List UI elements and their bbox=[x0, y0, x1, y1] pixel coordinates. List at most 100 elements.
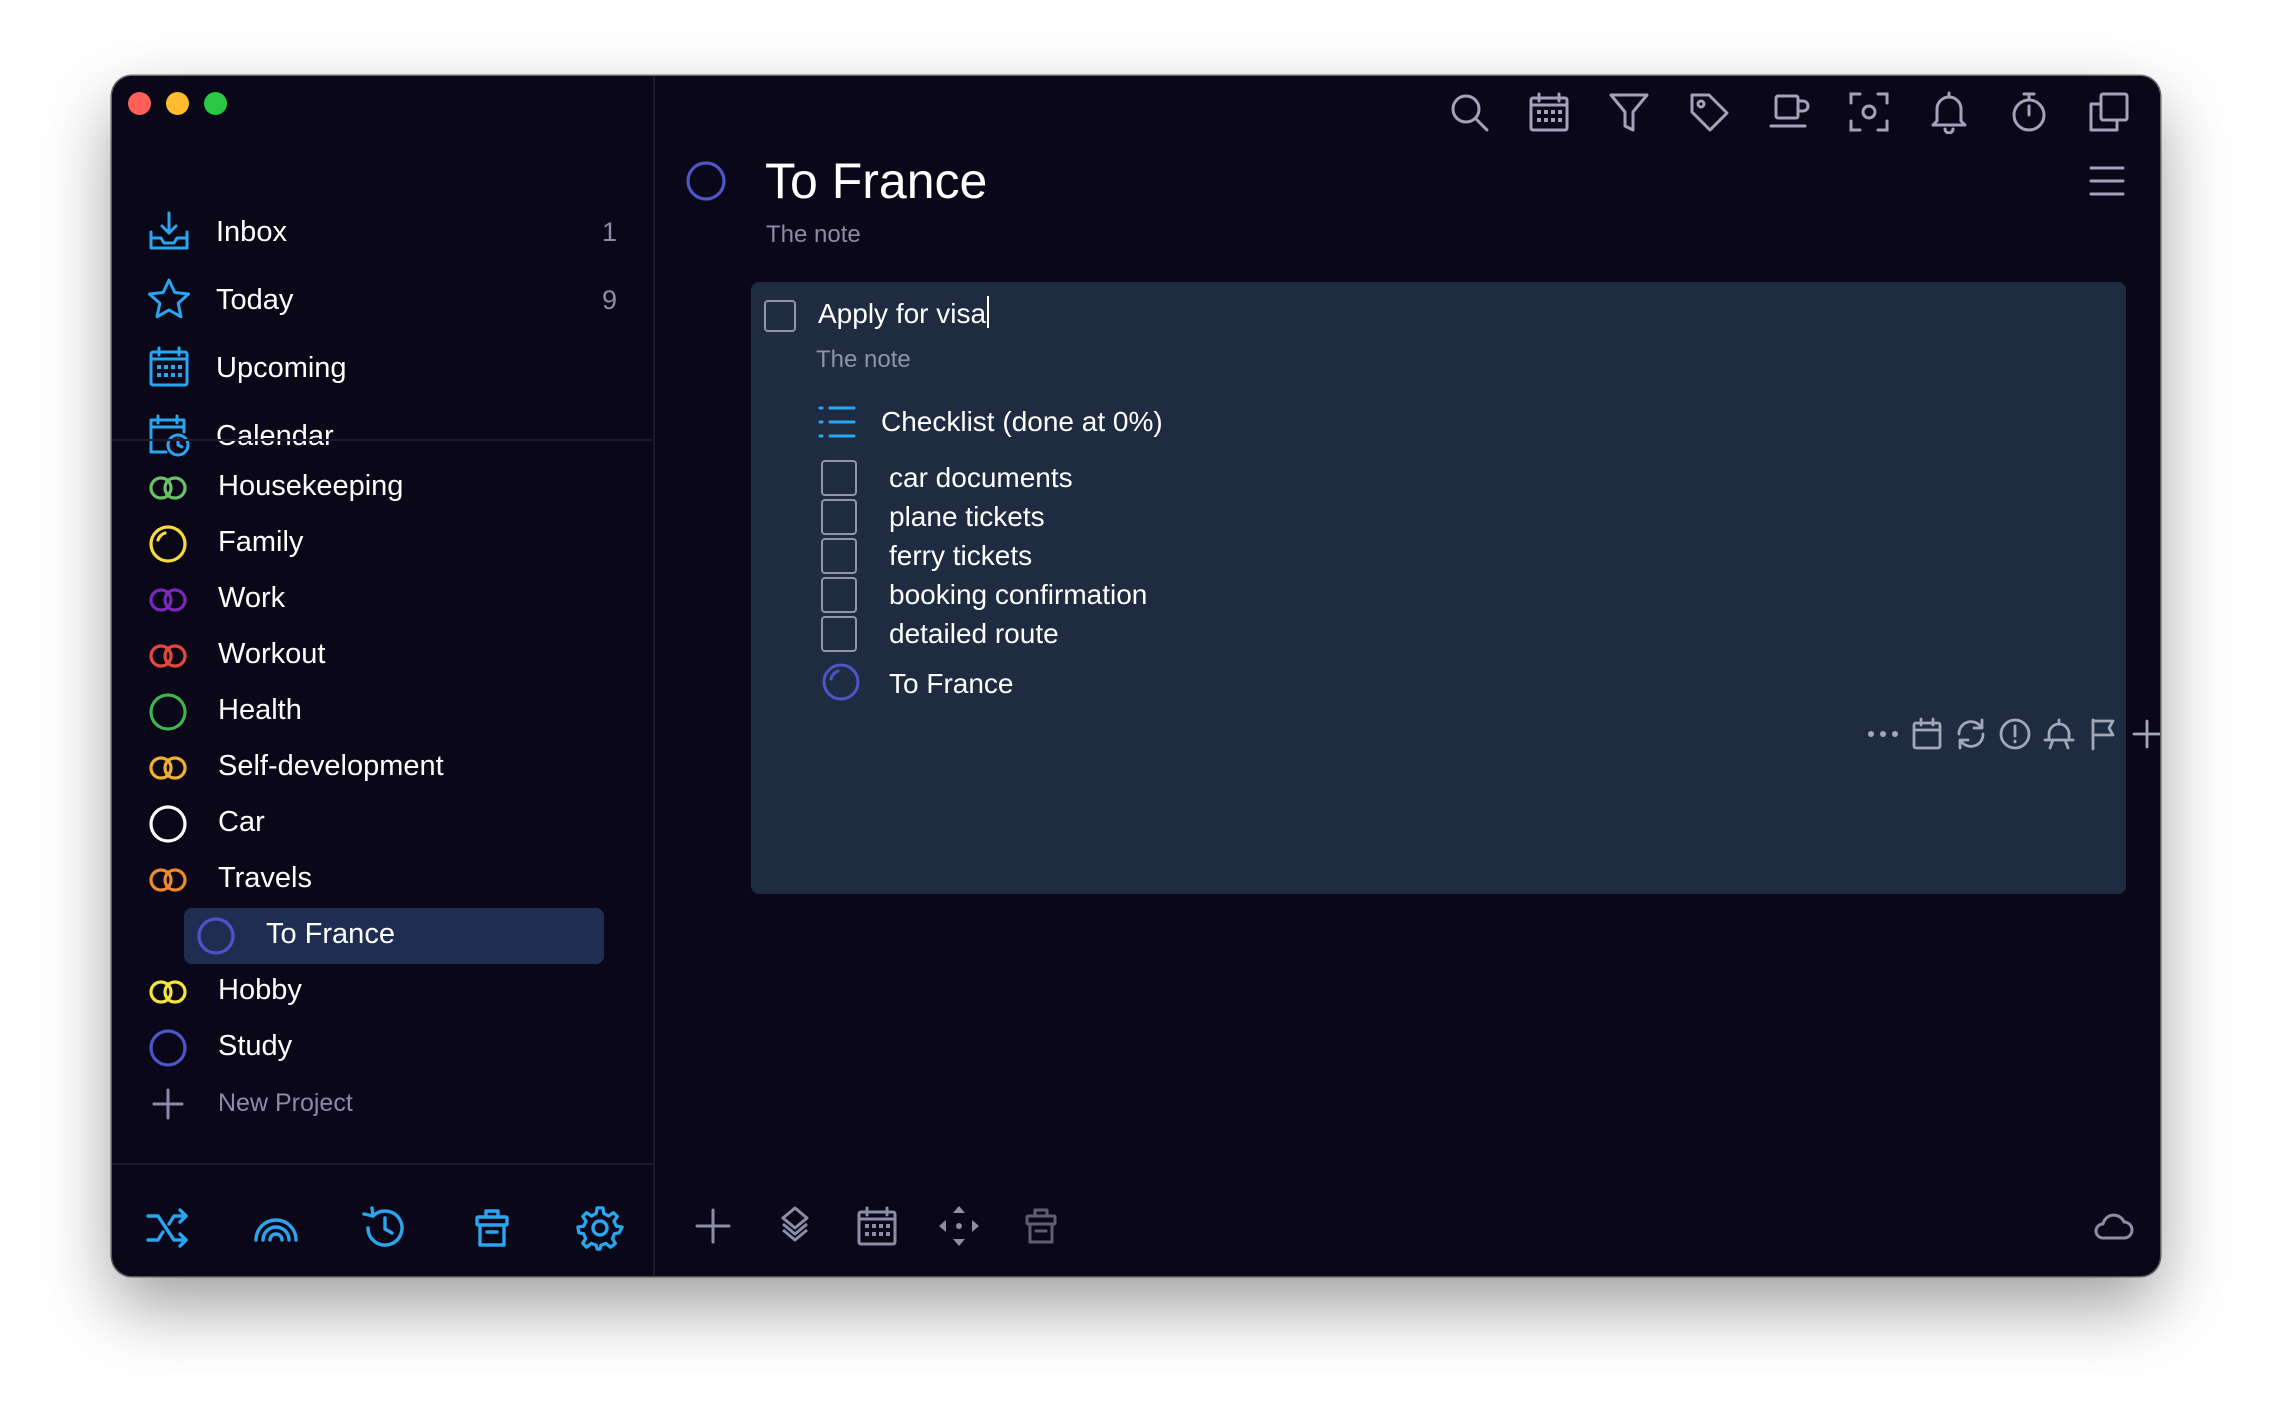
project-label: Car bbox=[218, 806, 265, 838]
close-window-button[interactable] bbox=[128, 92, 151, 115]
sidebar-item-work[interactable]: Work bbox=[112, 572, 653, 628]
sidebar-item-travels[interactable]: Travels bbox=[112, 852, 653, 908]
task-project-label: To France bbox=[889, 668, 1014, 699]
window-controls bbox=[128, 92, 227, 115]
zoom-window-button[interactable] bbox=[204, 92, 227, 115]
app-window: Inbox 1 Today 9 Upcoming Calendar Housek… bbox=[112, 76, 2160, 1276]
reminder-icon[interactable] bbox=[2041, 716, 2077, 752]
sidebar-item-car[interactable]: Car bbox=[112, 796, 653, 852]
checklist-item-text[interactable]: detailed route bbox=[889, 618, 1059, 650]
tag-icon[interactable] bbox=[1687, 90, 1731, 134]
checklist-title: Checklist (done at 0%) bbox=[881, 406, 1163, 437]
task-checkbox[interactable] bbox=[764, 300, 796, 332]
count-badge: 1 bbox=[601, 216, 617, 247]
sidebar: Inbox 1 Today 9 Upcoming Calendar Housek… bbox=[112, 76, 655, 1276]
bell-icon[interactable] bbox=[1927, 90, 1971, 134]
sidebar-item-today[interactable]: Today 9 bbox=[112, 266, 653, 334]
trash-icon[interactable] bbox=[468, 1204, 516, 1252]
checklist-item-text[interactable]: booking confirmation bbox=[889, 579, 1147, 611]
project-label: To France bbox=[266, 918, 395, 950]
ring-icon bbox=[149, 693, 187, 731]
double-ring-icon bbox=[149, 588, 187, 612]
history-icon[interactable] bbox=[360, 1204, 408, 1252]
repeat-icon[interactable] bbox=[1953, 716, 1989, 752]
plus-icon bbox=[152, 1088, 184, 1120]
project-label: Hobby bbox=[218, 974, 302, 1006]
task-card[interactable]: Apply for visa The note Checklist (done … bbox=[751, 282, 2160, 894]
checklist-checkbox[interactable] bbox=[821, 577, 857, 613]
sidebar-item-hobby[interactable]: Hobby bbox=[112, 964, 653, 1020]
page-title: To France bbox=[765, 153, 988, 209]
calendar-grid-icon bbox=[149, 346, 189, 387]
sidebar-item-study[interactable]: Study bbox=[112, 1020, 653, 1076]
coffee-icon[interactable] bbox=[1767, 90, 1811, 134]
project-label: Work bbox=[218, 582, 286, 614]
project-label: Health bbox=[218, 694, 302, 726]
filter-icon[interactable] bbox=[1607, 90, 1651, 134]
double-ring-icon bbox=[149, 868, 187, 892]
double-ring-icon bbox=[149, 756, 187, 780]
project-label: Study bbox=[218, 1030, 293, 1062]
checklist-checkbox[interactable] bbox=[821, 616, 857, 652]
star-icon bbox=[148, 278, 190, 319]
rainbow-icon[interactable] bbox=[252, 1204, 300, 1252]
sidebar-item-label: Inbox bbox=[216, 215, 287, 248]
trash-icon[interactable] bbox=[1019, 1204, 1063, 1248]
double-ring-icon bbox=[149, 644, 187, 668]
sidebar-item-self-development[interactable]: Self-development bbox=[112, 740, 653, 796]
sidebar-item-inbox[interactable]: Inbox 1 bbox=[112, 198, 653, 266]
search-icon[interactable] bbox=[1447, 90, 1491, 134]
add-icon[interactable] bbox=[691, 1204, 735, 1248]
sidebar-item-family[interactable]: Family bbox=[112, 516, 653, 572]
sidebar-item-workout[interactable]: Workout bbox=[112, 628, 653, 684]
new-project-button[interactable]: New Project bbox=[112, 1076, 653, 1132]
project-ring-icon[interactable] bbox=[685, 160, 727, 202]
sidebar-item-to-france[interactable]: To France bbox=[112, 908, 653, 964]
diamond-stack-icon[interactable] bbox=[773, 1204, 817, 1248]
new-project-label: New Project bbox=[218, 1089, 353, 1117]
task-note[interactable]: The note bbox=[816, 346, 911, 374]
flag-icon[interactable] bbox=[2085, 716, 2121, 752]
progress-ring-icon bbox=[149, 525, 187, 563]
timer-icon[interactable] bbox=[2007, 90, 2051, 134]
checklist-checkbox[interactable] bbox=[821, 460, 857, 496]
project-label: Housekeeping bbox=[218, 470, 404, 502]
checklist-icon bbox=[818, 406, 856, 438]
more-icon[interactable] bbox=[1865, 716, 1901, 752]
shuffle-icon[interactable] bbox=[144, 1204, 192, 1252]
task-title-input[interactable]: Apply for visa bbox=[818, 296, 990, 330]
sidebar-item-label: Upcoming bbox=[216, 351, 347, 384]
menu-icon[interactable] bbox=[2088, 164, 2126, 198]
checklist-item-text[interactable]: car documents bbox=[889, 462, 1073, 494]
checklist-checkbox[interactable] bbox=[821, 538, 857, 574]
sidebar-item-label: Today bbox=[216, 283, 294, 316]
calendar-icon[interactable] bbox=[1909, 716, 1945, 752]
text-caret bbox=[987, 296, 990, 328]
sidebar-item-health[interactable]: Health bbox=[112, 684, 653, 740]
checklist-checkbox[interactable] bbox=[821, 499, 857, 535]
task-title-text: Apply for visa bbox=[818, 298, 987, 329]
sidebar-divider bbox=[112, 439, 653, 441]
double-ring-icon bbox=[149, 476, 187, 500]
sidebar-item-upcoming[interactable]: Upcoming bbox=[112, 334, 653, 402]
priority-icon[interactable] bbox=[1997, 716, 2033, 752]
project-label: Family bbox=[218, 526, 304, 558]
add-icon[interactable] bbox=[2129, 716, 2160, 752]
move-icon[interactable] bbox=[937, 1204, 981, 1248]
main-panel: To France The note Apply for visa The no… bbox=[655, 76, 2160, 1276]
focus-icon[interactable] bbox=[1847, 90, 1891, 134]
gear-icon[interactable] bbox=[576, 1204, 624, 1252]
checklist-item-text[interactable]: ferry tickets bbox=[889, 540, 1032, 572]
sidebar-item-housekeeping[interactable]: Housekeeping bbox=[112, 460, 653, 516]
calendar-clock-icon bbox=[149, 414, 190, 457]
checklist-item-text[interactable]: plane tickets bbox=[889, 501, 1045, 533]
project-label: Travels bbox=[218, 862, 312, 894]
sidebar-item-label: Calendar bbox=[216, 419, 334, 452]
cloud-icon[interactable] bbox=[2091, 1204, 2135, 1248]
minimize-window-button[interactable] bbox=[166, 92, 189, 115]
copy-icon[interactable] bbox=[2087, 90, 2131, 134]
calendar-icon[interactable] bbox=[1527, 90, 1571, 134]
calendar-icon[interactable] bbox=[855, 1204, 899, 1248]
project-note[interactable]: The note bbox=[766, 221, 861, 249]
project-label: Workout bbox=[218, 638, 326, 670]
